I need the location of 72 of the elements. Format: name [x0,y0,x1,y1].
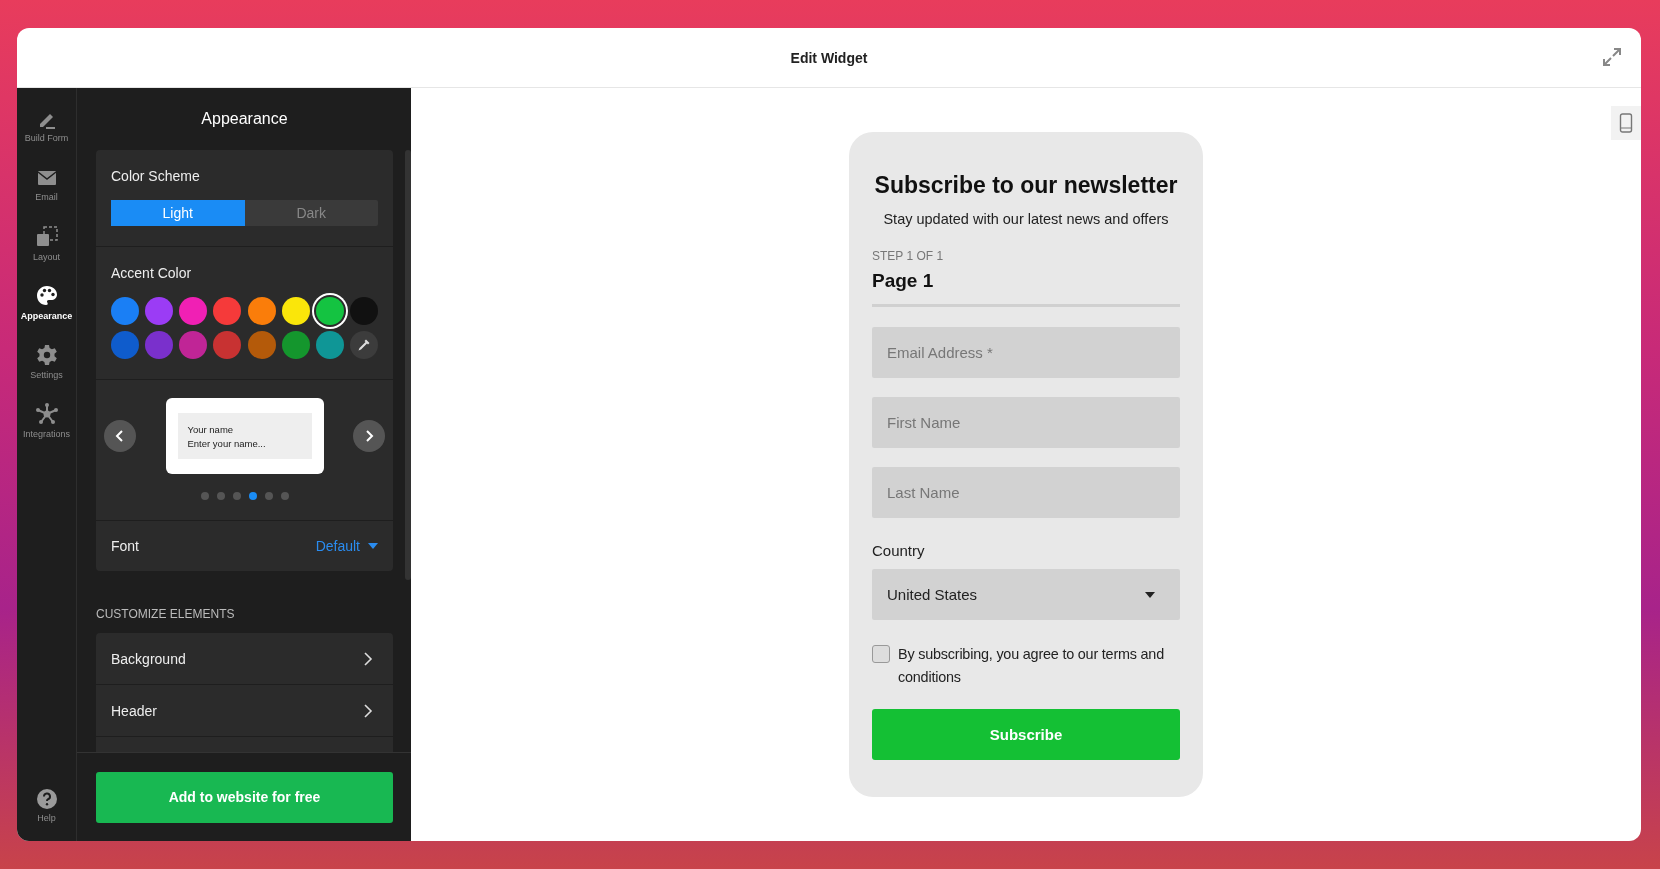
caret-icon [368,543,378,549]
section-label: Accent Color [111,265,193,281]
eyedropper-icon [356,337,372,353]
font-dropdown[interactable]: Default [315,538,378,554]
nav-item[interactable]: Layout [17,214,76,273]
gear-icon [34,343,59,367]
caret-icon [1145,591,1155,598]
carousel-dot[interactable] [232,492,241,500]
color-swatch[interactable] [179,331,208,359]
preview-label: Your name [187,423,235,435]
color-swatch[interactable] [145,331,174,359]
color-swatch[interactable] [145,297,174,325]
chevron-right-icon [363,702,373,719]
preview-placeholder: Enter your name... [187,437,267,449]
color-swatch[interactable] [350,297,378,325]
section-label: Color Scheme [111,168,201,184]
font-label: Font [111,538,139,554]
scheme-option[interactable]: Dark [244,200,378,226]
theme-preview[interactable]: Your name Enter your name... [165,398,324,474]
palette-icon [34,284,59,308]
color-swatch[interactable] [179,297,208,325]
carousel-dot[interactable] [248,492,257,500]
color-swatch[interactable] [247,331,276,359]
network-icon [34,402,59,426]
color-swatch[interactable] [111,331,139,359]
step-label: STEP 1 OF 1 [872,249,945,263]
panel-title: Appearance [200,109,289,129]
nav-item[interactable]: Appearance [17,273,76,332]
country-dropdown[interactable]: United States [872,569,1180,620]
field-label: Country [872,542,926,559]
nav-item[interactable]: Email [17,155,76,214]
layout-icon [34,225,59,249]
checkbox[interactable] [872,645,890,663]
element-row[interactable]: Header [96,685,393,737]
section-heading: CUSTOMIZE ELEMENTS [96,607,236,621]
color-swatch[interactable] [213,331,242,359]
input-field[interactable]: First Name [872,397,1180,448]
phone-icon [1619,113,1633,133]
help-item[interactable]: Help [17,776,76,835]
nav-item[interactable]: Integrations [17,391,76,450]
form-title: Subscribe to our newsletter [873,172,1179,199]
nav-item[interactable]: Build Form [17,96,76,155]
nav-item[interactable]: Settings [17,332,76,391]
help-icon [35,788,58,810]
input-field[interactable]: Last Name [872,467,1180,518]
chevron-right-icon [363,429,375,443]
previous-button[interactable] [104,420,136,452]
carousel-dot[interactable] [264,492,273,500]
color-swatch[interactable] [213,297,242,325]
color-swatch[interactable] [315,297,344,325]
window-title: Edit Widget [790,49,868,66]
carousel-dot[interactable] [216,492,225,500]
scheme-option[interactable]: Light [111,200,245,226]
input-field[interactable]: Email Address * [872,327,1180,378]
mobile-view-button[interactable] [1611,106,1641,140]
color-swatch[interactable] [111,297,139,325]
color-swatch[interactable] [247,297,276,325]
expand-icon[interactable] [1601,46,1623,68]
eyedropper-button[interactable] [350,331,378,359]
page-title: Page 1 [872,270,935,292]
color-swatch[interactable] [281,297,310,325]
form-subtitle: Stay updated with our latest news and offers [882,211,1170,227]
scrollbar[interactable] [405,150,411,580]
carousel-dot[interactable] [200,492,209,500]
color-swatch[interactable] [281,331,310,359]
next-button[interactable] [353,420,385,452]
chevron-right-icon [363,650,373,667]
consent-label: By subscribing, you agree to our terms and conditions [898,645,1165,687]
element-row[interactable]: Background [96,633,393,685]
carousel-dot[interactable] [280,492,289,500]
chevron-left-icon [114,429,126,443]
color-swatch[interactable] [315,331,344,359]
